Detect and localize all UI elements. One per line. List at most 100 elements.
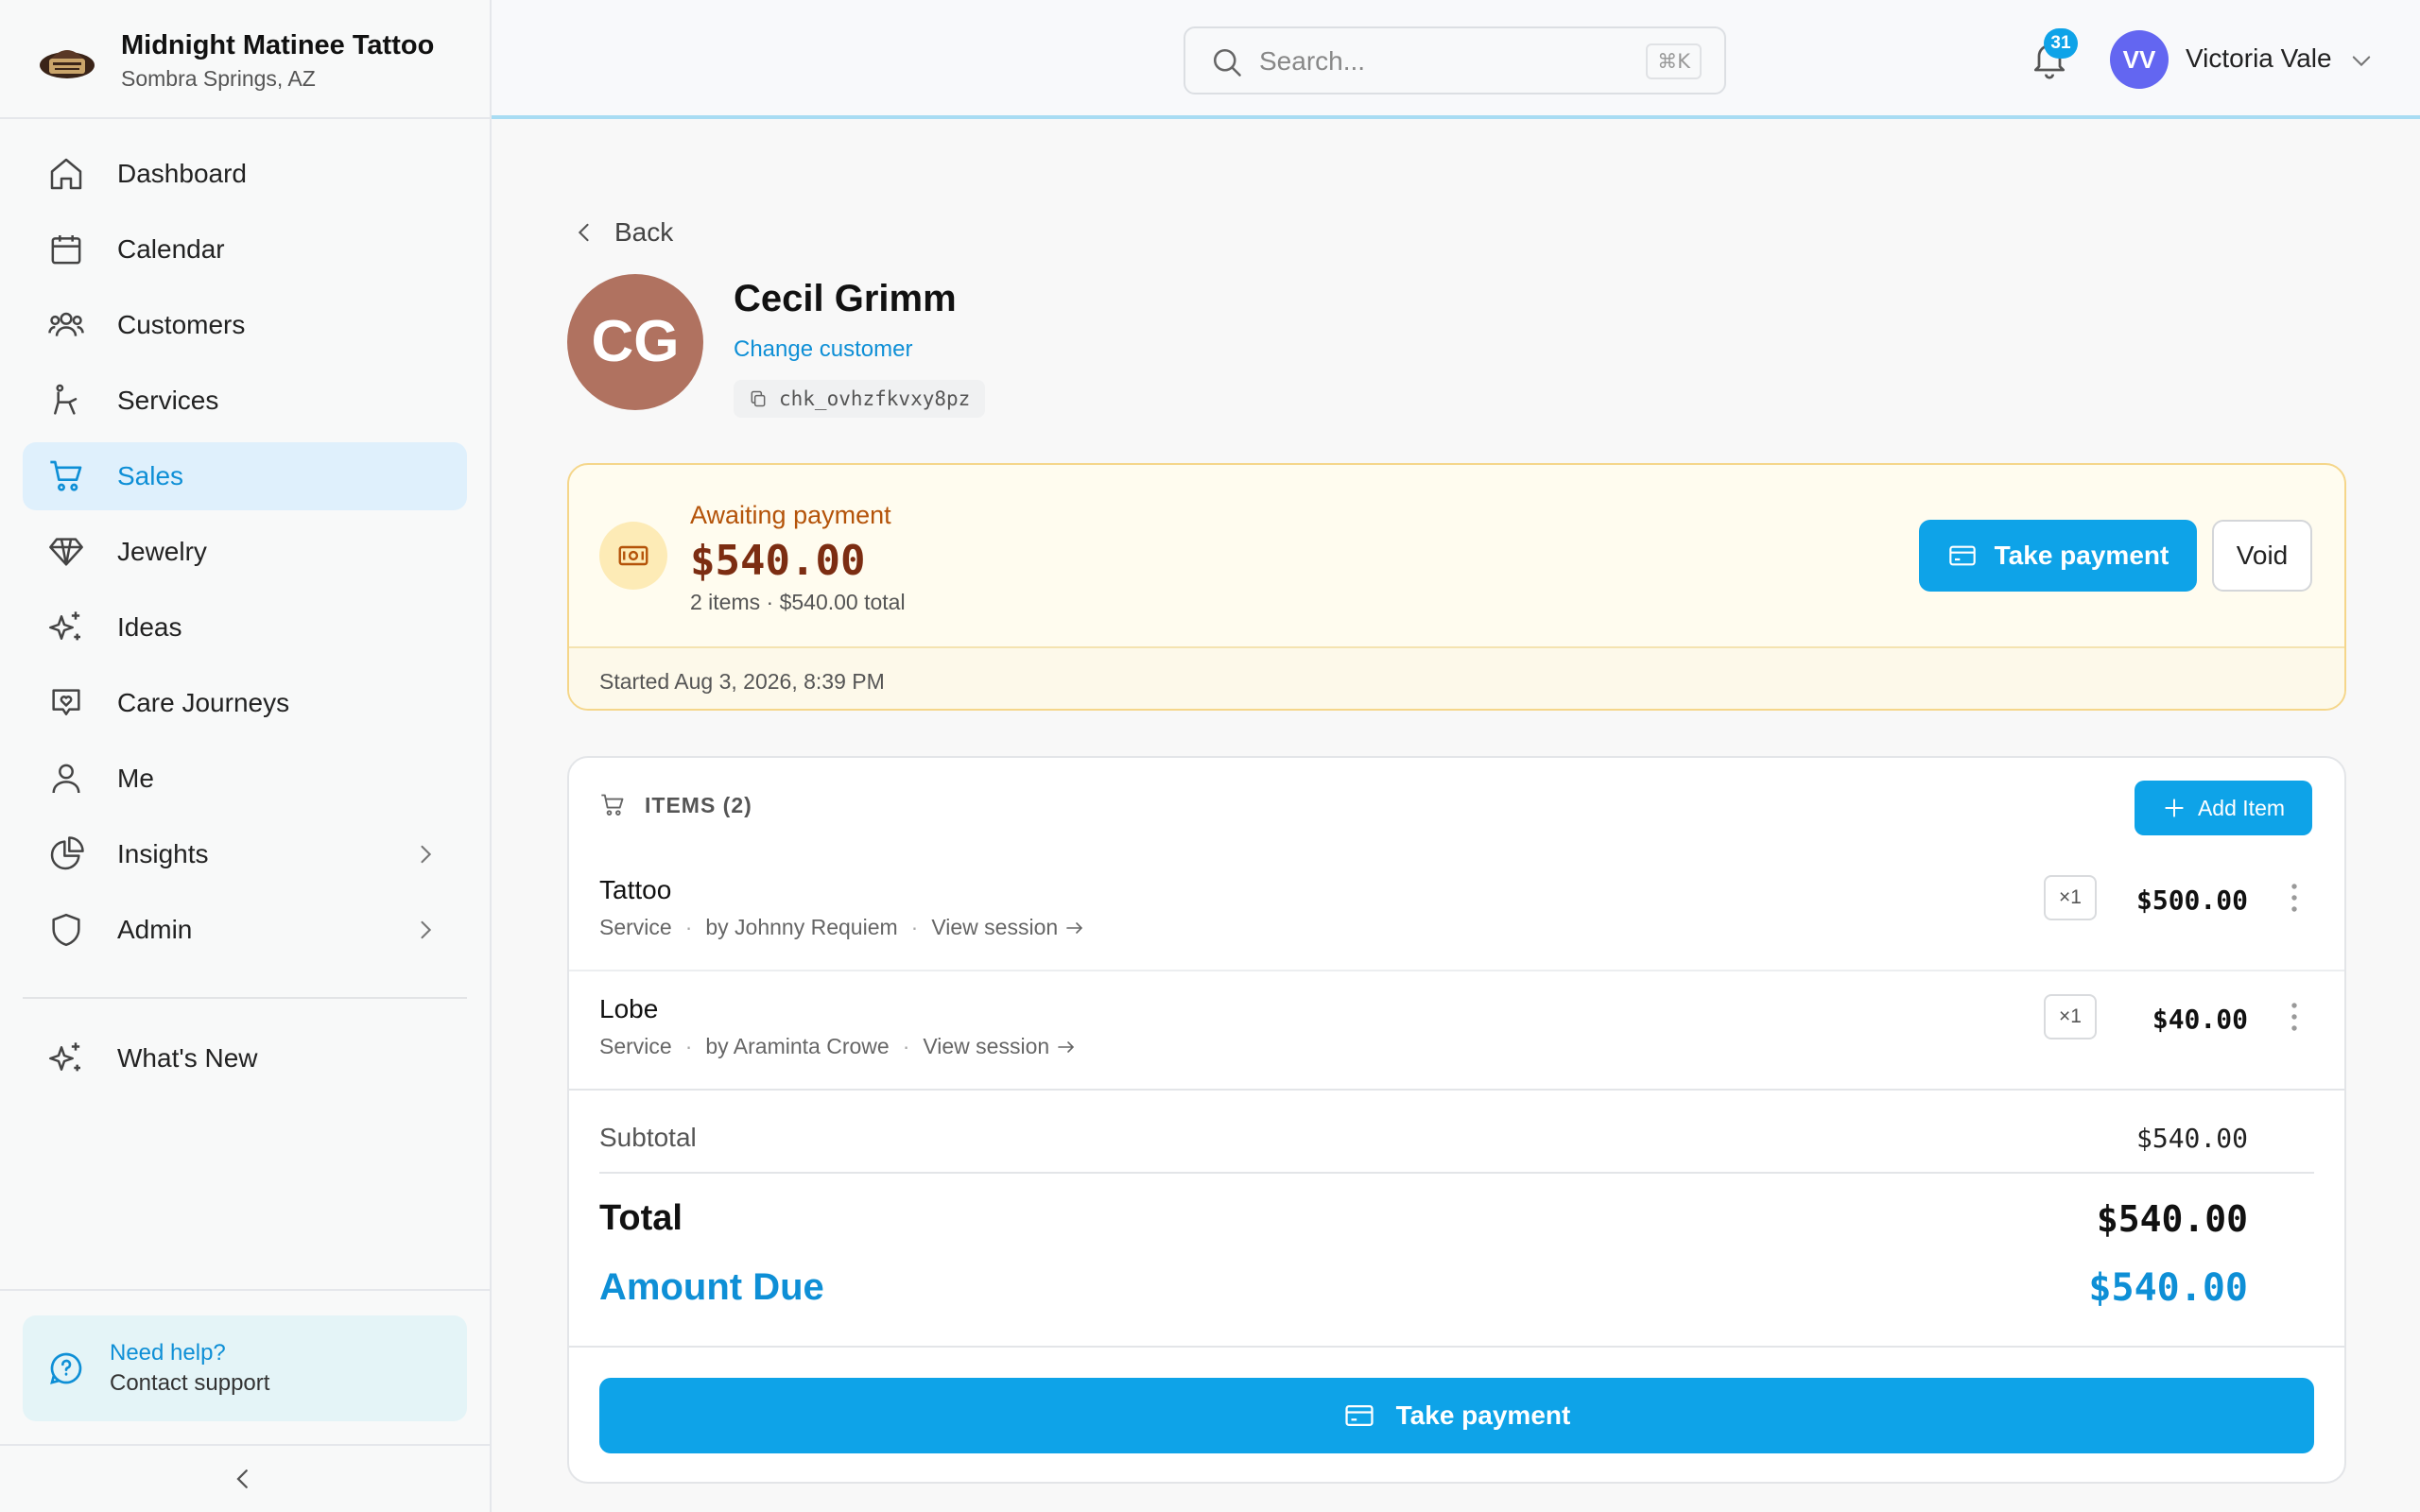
sidebar-item-label: Insights	[117, 839, 209, 868]
sidebar-item-dashboard[interactable]: Dashboard	[23, 140, 467, 208]
sidebar-item-label: Calendar	[117, 234, 225, 264]
checkout-id: chk_ovhzfkvxy8pz	[779, 387, 971, 410]
quantity-badge[interactable]: ×1	[2044, 994, 2097, 1040]
sidebar-item-insights[interactable]: Insights	[23, 820, 467, 888]
item-meta: Service · by Araminta Crowe · View sessi…	[599, 1034, 1078, 1059]
sidebar-item-ideas[interactable]: Ideas	[23, 593, 467, 662]
copy-icon	[751, 390, 766, 407]
item-artist: by Johnny Requiem	[705, 915, 898, 939]
nav-divider	[23, 997, 467, 999]
brand-name: Midnight Matinee Tattoo	[121, 30, 435, 60]
credit-card-icon	[1345, 1404, 1374, 1427]
shield-icon	[47, 911, 85, 949]
items-header-label: ITEMS (2)	[645, 792, 752, 817]
back-label: Back	[614, 217, 674, 247]
calendar-icon	[47, 231, 85, 268]
shop-logo-icon	[40, 50, 95, 78]
separator-dot: ·	[910, 915, 919, 939]
amount-due-label: Amount Due	[599, 1266, 824, 1308]
void-button[interactable]: Void	[2212, 520, 2312, 592]
sidebar-item-label: Sales	[117, 461, 184, 490]
sidebar-item-label: Services	[117, 386, 219, 415]
item-name: Lobe	[599, 994, 659, 1023]
sidebar-item-care-journeys[interactable]: Care Journeys	[23, 669, 467, 737]
user-name[interactable]: Victoria Vale	[2186, 43, 2332, 74]
subtotal-label: Subtotal	[599, 1123, 697, 1152]
status-summary: 2 items · $540.00 total	[690, 590, 906, 614]
sidebar-item-whats-new[interactable]: What's New	[23, 1024, 467, 1092]
item-artist: by Araminta Crowe	[705, 1034, 890, 1058]
sidebar-item-me[interactable]: Me	[23, 745, 467, 813]
footer-divider	[569, 1346, 2344, 1348]
customer-avatar: CG	[567, 274, 703, 410]
users-icon	[47, 306, 85, 344]
help-title: Need help?	[110, 1340, 226, 1366]
sidebar-item-services[interactable]: Services	[23, 367, 467, 435]
checkout-id-chip[interactable]: chk_ovhzfkvxy8pz	[734, 380, 986, 418]
sidebar: Midnight Matinee Tattoo Sombra Springs, …	[0, 0, 492, 1512]
arrow-right-icon	[1066, 921, 1083, 934]
take-payment-footer-button[interactable]: Take payment	[599, 1378, 2314, 1453]
search-input[interactable]	[1259, 42, 1618, 81]
quantity-badge[interactable]: ×1	[2044, 875, 2097, 920]
sparkles-icon	[47, 1040, 85, 1077]
status-label: Awaiting payment	[690, 501, 891, 529]
sidebar-item-customers[interactable]: Customers	[23, 291, 467, 359]
heart-chat-icon	[47, 684, 85, 722]
payment-status-card: Awaiting payment $540.00 2 items · $540.…	[567, 463, 2346, 711]
top-bar: ⌘K 31 VV Victoria Vale	[492, 0, 2420, 119]
summary-divider	[599, 1172, 2314, 1174]
sidebar-item-label: Me	[117, 764, 154, 793]
sidebar-item-label: Jewelry	[117, 537, 207, 566]
user-icon	[47, 760, 85, 798]
started-timestamp: Started Aug 3, 2026, 8:39 PM	[599, 669, 885, 694]
search-icon	[1213, 48, 1241, 77]
sidebar-item-label: Ideas	[117, 612, 182, 642]
add-item-button[interactable]: Add Item	[2135, 781, 2312, 835]
user-avatar[interactable]: VV	[2110, 30, 2169, 89]
sidebar-divider	[0, 1289, 490, 1291]
item-price: $500.00	[2135, 885, 2248, 916]
sidebar-item-calendar[interactable]: Calendar	[23, 215, 467, 284]
sidebar-item-admin[interactable]: Admin	[23, 896, 467, 964]
items-card: ITEMS (2) Add Item Tattoo Service · by J…	[567, 756, 2346, 1484]
sidebar-item-jewelry[interactable]: Jewelry	[23, 518, 467, 586]
change-customer-link[interactable]: Change customer	[734, 336, 912, 363]
sidebar-item-sales[interactable]: Sales	[23, 442, 467, 510]
chair-icon	[47, 382, 85, 420]
more-options-icon[interactable]	[2288, 1000, 2301, 1034]
separator-dot: ·	[684, 1034, 693, 1058]
customer-name: Cecil Grimm	[734, 278, 957, 319]
cart-icon	[601, 794, 624, 816]
contact-support-link[interactable]: Contact support	[110, 1370, 269, 1397]
brand-header[interactable]: Midnight Matinee Tattoo Sombra Springs, …	[0, 0, 490, 119]
sidebar-item-label: Dashboard	[117, 159, 247, 188]
sidebar-item-label: Care Journeys	[117, 688, 290, 717]
chevron-down-icon[interactable]	[2348, 47, 2375, 74]
sidebar-divider	[0, 1444, 490, 1446]
add-item-label: Add Item	[2197, 795, 2286, 820]
credit-card-icon	[1948, 545, 1976, 566]
view-session-link[interactable]: View session	[931, 915, 1086, 940]
separator-dot: ·	[902, 1034, 910, 1058]
view-session-link[interactable]: View session	[923, 1034, 1078, 1059]
collapse-sidebar-icon[interactable]	[229, 1463, 257, 1495]
back-link[interactable]: Back	[571, 214, 673, 251]
chevron-left-icon	[578, 223, 589, 242]
help-card[interactable]: Need help? Contact support	[23, 1315, 467, 1421]
search-box[interactable]: ⌘K	[1184, 26, 1726, 94]
pie-chart-icon	[47, 835, 85, 873]
cash-icon-badge	[599, 522, 667, 590]
take-payment-button[interactable]: Take payment	[1919, 520, 2197, 592]
sidebar-item-label: Admin	[117, 915, 193, 944]
sidebar-item-label: Customers	[117, 310, 246, 339]
notification-badge: 31	[2044, 28, 2078, 59]
line-item: Lobe Service · by Araminta Crowe · View …	[569, 971, 2344, 1091]
item-type: Service	[599, 915, 672, 939]
subtotal-value: $540.00	[2135, 1123, 2248, 1154]
view-session-label: View session	[931, 915, 1059, 939]
arrow-right-icon	[1058, 1040, 1075, 1053]
chevron-right-icon	[421, 920, 432, 939]
more-options-icon[interactable]	[2288, 881, 2301, 915]
total-value: $540.00	[2096, 1198, 2248, 1240]
